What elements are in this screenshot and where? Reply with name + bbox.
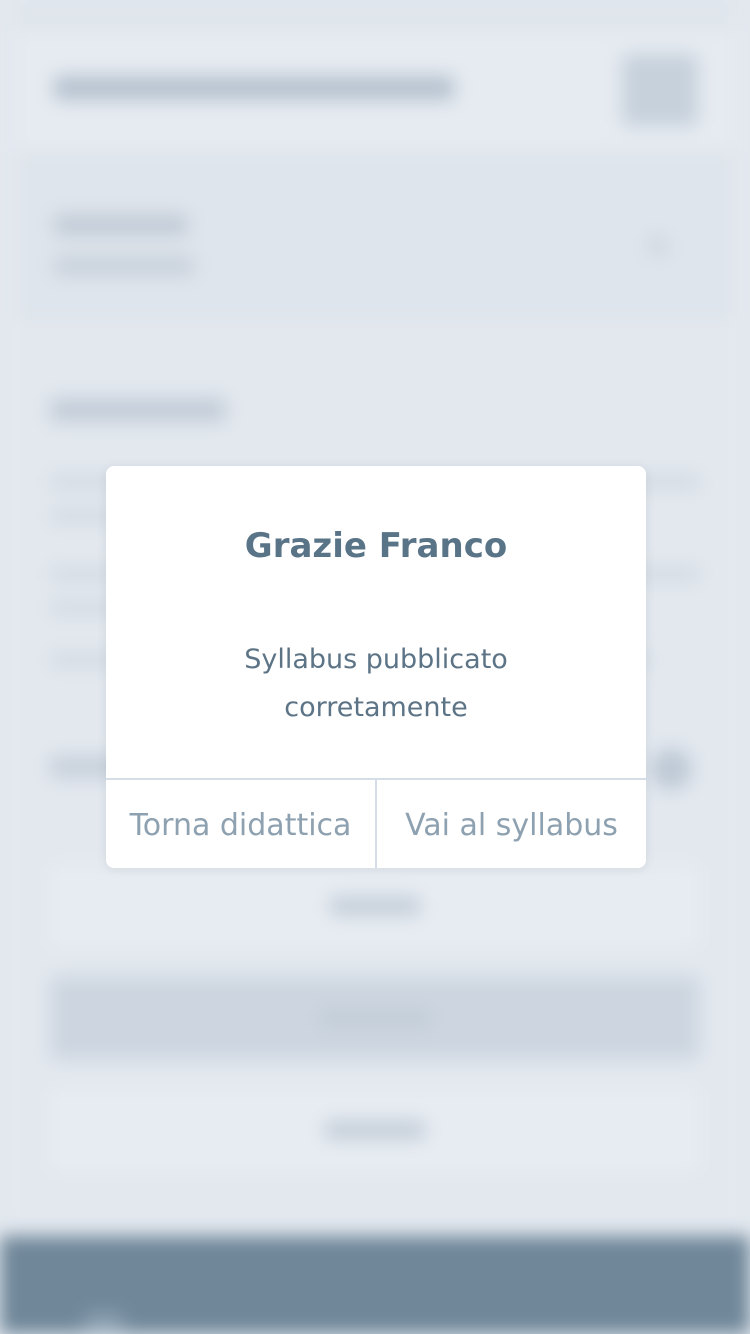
background-button	[50, 864, 700, 948]
background-button	[50, 976, 700, 1060]
background-title-placeholder	[54, 76, 454, 100]
background-button-label	[330, 897, 420, 915]
background-button	[50, 1088, 700, 1172]
background-avatar-icon	[650, 748, 692, 790]
background-subtitle-placeholder	[54, 214, 188, 236]
background-button-label	[325, 1121, 425, 1139]
dialog-title: Grazie Franco	[244, 526, 508, 566]
background-menu-button	[622, 54, 698, 126]
back-to-teaching-button[interactable]: Torna didattica	[106, 780, 375, 868]
go-to-syllabus-button[interactable]: Vai al syllabus	[377, 780, 646, 868]
background-chevron-icon	[648, 236, 668, 256]
background-button-label	[320, 1009, 430, 1027]
background-subtitle-placeholder	[54, 256, 194, 276]
background-section-title	[50, 398, 226, 422]
dialog-actions: Torna didattica Vai al syllabus	[106, 778, 646, 868]
dialog-message: Syllabus pubblicato corretamente	[244, 644, 508, 723]
background-bottom-bar-icon	[84, 1312, 124, 1334]
confirmation-dialog: Grazie Franco Syllabus pubblicato corret…	[106, 466, 646, 868]
